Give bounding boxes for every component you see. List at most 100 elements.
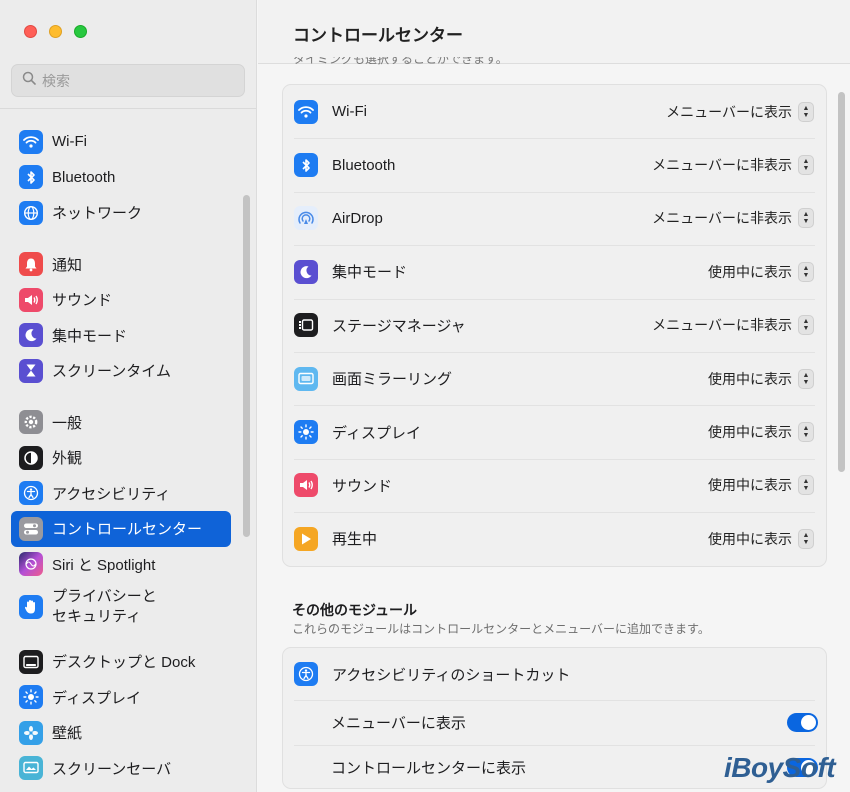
sidebar-item-siri-spotlight[interactable]: Siri と Spotlight bbox=[11, 547, 231, 583]
wifi-icon bbox=[19, 129, 43, 154]
zoom-button[interactable] bbox=[74, 25, 87, 38]
sidebar-item-label: デスクトップと Dock bbox=[52, 654, 196, 672]
dock-icon bbox=[19, 649, 43, 674]
sidebar-item-privacy-security[interactable]: プライバシーと セキュリティ bbox=[11, 582, 231, 632]
wifi-icon bbox=[294, 99, 318, 124]
module-visibility-select[interactable]: 使用中に表示 bbox=[708, 369, 792, 389]
sidebar-item-label: サウンド bbox=[52, 292, 113, 310]
chevron-updown-icon[interactable]: ▲ ▼ bbox=[798, 528, 814, 549]
sidebar-item-general[interactable]: 一般 bbox=[11, 405, 231, 441]
module-visibility-select[interactable]: メニューバーに非表示 bbox=[652, 208, 792, 228]
sidebar-item-displays[interactable]: ディスプレイ bbox=[11, 680, 231, 716]
speaker-icon bbox=[19, 287, 43, 312]
module-label: サウンド bbox=[332, 477, 393, 495]
search-field[interactable] bbox=[11, 64, 245, 97]
accessibility-shortcut-row: アクセシビリティのショートカット bbox=[283, 648, 826, 700]
sidebar-item-label: Bluetooth bbox=[52, 168, 116, 186]
sidebar-item-label: アクセシビリティ bbox=[52, 485, 171, 503]
module-row-display: ディスプレイ 使用中に表示 ▲ ▼ bbox=[283, 405, 826, 458]
display-icon bbox=[19, 685, 43, 710]
main-scrollbar[interactable] bbox=[838, 92, 845, 472]
module-label: Bluetooth bbox=[332, 156, 396, 174]
module-row-now-playing: 再生中 使用中に表示 ▲ ▼ bbox=[283, 512, 826, 565]
control-center-modules: Wi-Fi メニューバーに表示 ▲ ▼ Bluetooth メニューバーに非表示 … bbox=[282, 84, 827, 567]
sidebar-item-network[interactable]: ネットワーク bbox=[11, 195, 231, 231]
sidebar: Wi-Fi Bluetooth ネットワーク 通知 bbox=[0, 0, 257, 792]
show-in-menubar-label: メニューバーに表示 bbox=[331, 715, 466, 732]
module-visibility-select[interactable]: メニューバーに非表示 bbox=[652, 155, 792, 175]
module-row-wifi: Wi-Fi メニューバーに表示 ▲ ▼ bbox=[283, 85, 826, 138]
window-controls bbox=[24, 25, 87, 38]
screen-mirroring-icon bbox=[294, 366, 318, 391]
close-button[interactable] bbox=[24, 25, 37, 38]
sidebar-item-label: スクリーンセーバ bbox=[52, 760, 172, 778]
show-in-menubar-row: メニューバーに表示 bbox=[283, 700, 826, 745]
module-visibility-select[interactable]: メニューバーに表示 bbox=[666, 102, 792, 122]
module-visibility-select[interactable]: 使用中に表示 bbox=[708, 529, 792, 549]
accessibility-icon bbox=[19, 481, 43, 506]
siri-icon bbox=[19, 552, 43, 577]
bluetooth-icon bbox=[19, 165, 43, 190]
module-label: アクセシビリティのショートカット bbox=[332, 666, 571, 684]
sidebar-divider bbox=[0, 108, 256, 109]
sidebar-item-label: プライバシーと セキュリティ bbox=[52, 588, 157, 625]
speaker-icon bbox=[294, 473, 318, 498]
sidebar-item-label: 壁紙 bbox=[52, 725, 83, 743]
module-row-stage-manager: ステージマネージャ メニューバーに非表示 ▲ ▼ bbox=[283, 298, 826, 352]
module-label: Wi-Fi bbox=[332, 103, 367, 121]
module-visibility-select[interactable]: 使用中に表示 bbox=[708, 475, 792, 495]
settings-window: Wi-Fi Bluetooth ネットワーク 通知 bbox=[0, 0, 850, 792]
moon-icon bbox=[19, 323, 43, 348]
appearance-icon bbox=[19, 445, 43, 470]
sidebar-item-screen-time[interactable]: スクリーンタイム bbox=[11, 353, 231, 389]
bluetooth-icon bbox=[294, 153, 318, 178]
sidebar-item-appearance[interactable]: 外観 bbox=[11, 440, 231, 476]
main-pane: コントロールセンター タイミングも選択することができます。 Wi-Fi メニュー… bbox=[258, 0, 850, 792]
sidebar-item-sound[interactable]: サウンド bbox=[11, 282, 231, 318]
sidebar-item-focus[interactable]: 集中モード bbox=[11, 318, 231, 354]
hourglass-icon bbox=[19, 358, 43, 383]
wallpaper-icon bbox=[19, 720, 43, 745]
other-modules-title: その他のモジュール bbox=[292, 602, 418, 618]
chevron-updown-icon[interactable]: ▲ ▼ bbox=[798, 422, 814, 443]
globe-icon bbox=[19, 200, 43, 225]
module-visibility-select[interactable]: 使用中に表示 bbox=[708, 262, 792, 282]
module-visibility-select[interactable]: 使用中に表示 bbox=[708, 422, 792, 442]
chevron-updown-icon[interactable]: ▲ ▼ bbox=[798, 261, 814, 282]
sidebar-item-label: Siri と Spotlight bbox=[52, 556, 156, 574]
sidebar-item-control-center[interactable]: コントロールセンター bbox=[11, 511, 231, 547]
minimize-button[interactable] bbox=[49, 25, 62, 38]
gear-icon bbox=[19, 410, 43, 435]
module-row-screen-mirroring: 画面ミラーリング 使用中に表示 ▲ ▼ bbox=[283, 351, 826, 405]
sidebar-scrollbar[interactable] bbox=[243, 195, 250, 537]
show-in-menubar-toggle[interactable] bbox=[787, 713, 818, 732]
module-label: ディスプレイ bbox=[332, 424, 421, 442]
sidebar-item-label: スクリーンタイム bbox=[52, 363, 171, 381]
moon-icon bbox=[294, 259, 318, 284]
module-row-airdrop: AirDrop メニューバーに非表示 ▲ ▼ bbox=[283, 191, 826, 245]
sidebar-item-wifi[interactable]: Wi-Fi bbox=[11, 124, 231, 160]
chevron-updown-icon[interactable]: ▲ ▼ bbox=[798, 155, 814, 176]
module-label: AirDrop bbox=[332, 209, 383, 227]
sidebar-item-notifications[interactable]: 通知 bbox=[11, 247, 231, 283]
sidebar-item-label: コントロールセンター bbox=[52, 521, 203, 539]
sidebar-item-screensaver[interactable]: スクリーンセーバ bbox=[11, 751, 231, 787]
module-row-focus: 集中モード 使用中に表示 ▲ ▼ bbox=[283, 245, 826, 298]
chevron-updown-icon[interactable]: ▲ ▼ bbox=[798, 315, 814, 336]
sidebar-item-accessibility[interactable]: アクセシビリティ bbox=[11, 476, 231, 512]
sidebar-item-desktop-dock[interactable]: デスクトップと Dock bbox=[11, 644, 231, 680]
module-row-sound: サウンド 使用中に表示 ▲ ▼ bbox=[283, 458, 826, 512]
sidebar-item-bluetooth[interactable]: Bluetooth bbox=[11, 160, 231, 196]
sidebar-item-label: ディスプレイ bbox=[52, 689, 141, 707]
sidebar-item-label: 通知 bbox=[52, 256, 83, 274]
titlebar: コントロールセンター bbox=[258, 0, 850, 64]
sidebar-item-wallpaper[interactable]: 壁紙 bbox=[11, 715, 231, 751]
chevron-updown-icon[interactable]: ▲ ▼ bbox=[798, 475, 814, 496]
chevron-updown-icon[interactable]: ▲ ▼ bbox=[798, 368, 814, 389]
other-modules-description: これらのモジュールはコントロールセンターとメニューバーに追加できます。 bbox=[292, 622, 710, 636]
show-in-control-center-label: コントロールセンターに表示 bbox=[331, 760, 527, 777]
search-input[interactable] bbox=[42, 72, 232, 89]
module-visibility-select[interactable]: メニューバーに非表示 bbox=[652, 315, 792, 335]
chevron-updown-icon[interactable]: ▲ ▼ bbox=[798, 208, 814, 229]
chevron-updown-icon[interactable]: ▲ ▼ bbox=[798, 101, 814, 122]
